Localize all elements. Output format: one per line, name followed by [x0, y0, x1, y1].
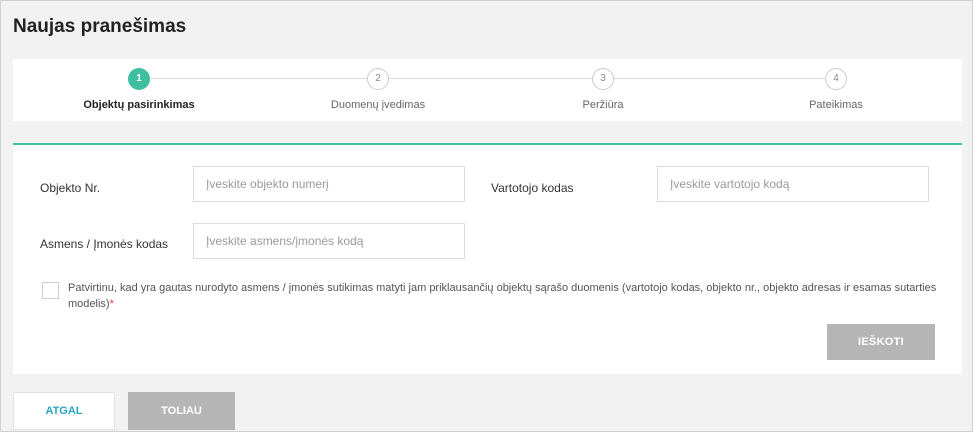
step-connector [389, 78, 592, 79]
person-code-input[interactable] [193, 223, 465, 259]
search-button[interactable]: IEŠKOTI [827, 324, 935, 360]
step-3-indicator: 3 [592, 68, 614, 90]
consent-checkbox[interactable] [42, 282, 59, 299]
step-4-indicator: 4 [825, 68, 847, 90]
step-3-label: Peržiūra [582, 99, 624, 111]
object-no-label: Objekto Nr. [40, 181, 101, 195]
object-no-input[interactable] [193, 166, 465, 202]
consent-label: Patvirtinu, kad yra gautas nurodyto asme… [68, 282, 937, 310]
step-connector [614, 78, 825, 79]
step-4-label: Pateikimas [809, 99, 863, 111]
consent-text: Patvirtinu, kad yra gautas nurodyto asme… [68, 280, 948, 312]
step-2-label: Duomenų įvedimas [330, 99, 426, 111]
step-1-indicator: 1 [128, 68, 150, 90]
back-button[interactable]: ATGAL [13, 392, 115, 430]
wizard-stepper: 1 2 3 4 Objektų pasirinkimas Duomenų įve… [13, 59, 962, 121]
page-title: Naujas pranešimas [13, 16, 187, 37]
consumer-code-input[interactable] [657, 166, 929, 202]
search-form-panel: Objekto Nr. Vartotojo kodas Asmens / Įmo… [13, 143, 962, 374]
page-frame: Naujas pranešimas 1 2 3 4 Objektų pasiri… [0, 0, 973, 432]
next-button[interactable]: TOLIAU [128, 392, 235, 430]
person-code-label: Asmens / Įmonės kodas [40, 237, 169, 251]
step-connector [150, 78, 367, 79]
step-2-indicator: 2 [367, 68, 389, 90]
consumer-code-label: Vartotojo kodas [491, 181, 574, 195]
required-mark: * [109, 298, 114, 310]
step-1-label: Objektų pasirinkimas [83, 99, 195, 111]
